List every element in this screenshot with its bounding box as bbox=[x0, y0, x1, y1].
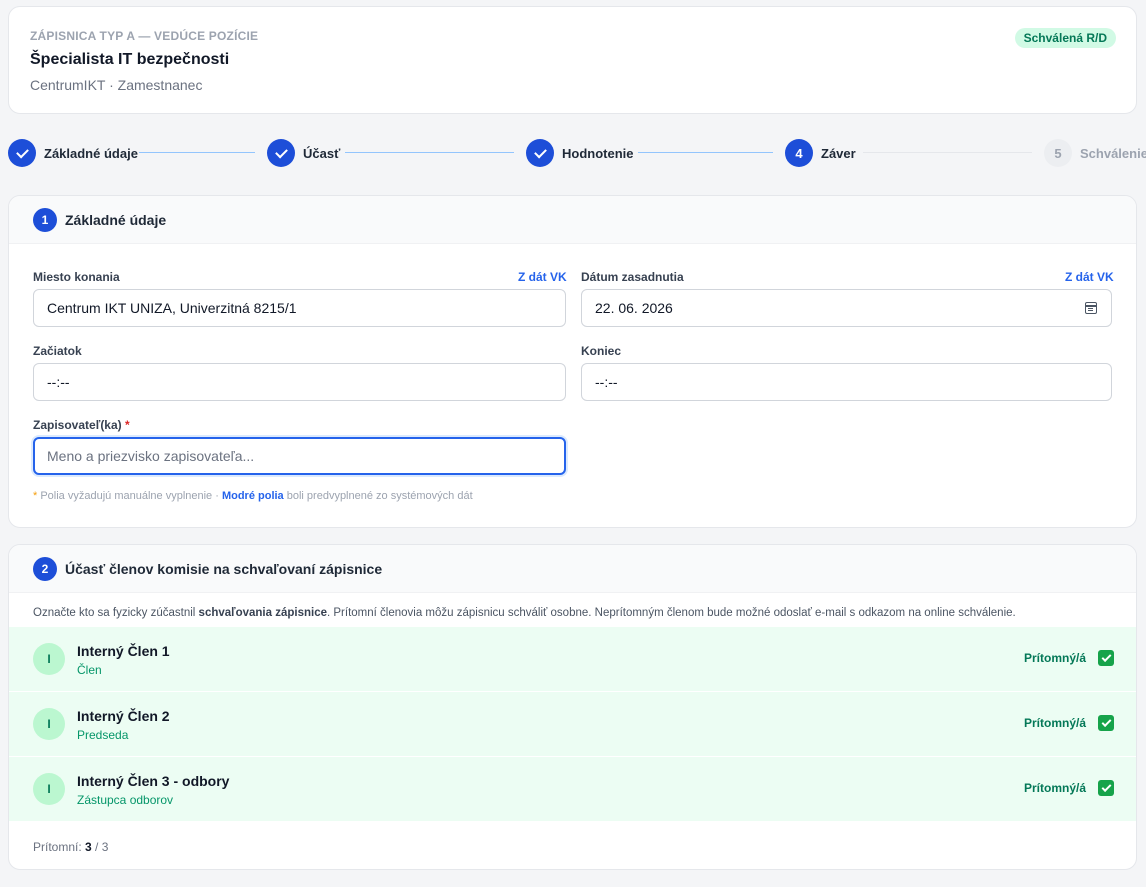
note-blue-fields: Modré polia bbox=[221, 490, 284, 502]
status-badge: Schválená R/D bbox=[1014, 28, 1116, 48]
page-title: Špecialista IT bezpečnosti bbox=[30, 51, 230, 68]
writer-label-text: Zapisovateľ(ka) bbox=[33, 418, 122, 432]
member-name: Interný Člen 3 - odbory bbox=[77, 773, 230, 789]
check-icon bbox=[1101, 781, 1111, 792]
end-value: --:-- bbox=[595, 374, 618, 390]
step-connector bbox=[638, 152, 773, 153]
section-title: Základné údaje bbox=[65, 211, 167, 228]
step-label: Účasť bbox=[303, 145, 341, 161]
presence-label: Prítomný/á bbox=[1023, 716, 1086, 730]
section-number: 2 bbox=[33, 556, 57, 581]
step-label: Základné údaje bbox=[44, 145, 138, 161]
member-role: Člen bbox=[77, 663, 102, 677]
section-number: 1 bbox=[33, 207, 57, 232]
attendance-count: Prítomní: 3 / 3 bbox=[33, 840, 108, 854]
date-from-vk-link[interactable]: Z dát VK bbox=[1065, 270, 1114, 284]
step-zaver[interactable]: 4 Záver bbox=[785, 139, 856, 167]
step-number: 4 bbox=[785, 139, 813, 167]
presence-checkbox[interactable] bbox=[1098, 715, 1114, 731]
step-connector bbox=[863, 152, 1032, 153]
section-basic-info: 1 Základné údaje Miesto konania Z dát VK… bbox=[8, 195, 1137, 528]
intro-text: . Prítomní členovia môžu zápisnicu schvá… bbox=[326, 607, 1016, 619]
avatar: I bbox=[33, 708, 65, 740]
step-connector bbox=[139, 152, 255, 153]
writer-label: Zapisovateľ(ka) * bbox=[33, 418, 130, 432]
intro-text: Označte kto sa fyzicky zúčastnil bbox=[33, 607, 199, 619]
place-label: Miesto konania bbox=[33, 270, 120, 284]
note-asterisk: * bbox=[33, 490, 38, 502]
place-value: Centrum IKT UNIZA, Univerzitná 8215/1 bbox=[47, 300, 297, 316]
step-done-icon bbox=[8, 139, 36, 167]
step-connector bbox=[345, 152, 514, 153]
step-label: Záver bbox=[821, 145, 856, 161]
presence-checkbox[interactable] bbox=[1098, 650, 1114, 666]
stepper: Základné údaje Účasť Hodnotenie 4 Záver … bbox=[8, 139, 1146, 167]
check-icon bbox=[1101, 651, 1111, 662]
end-label: Koniec bbox=[581, 344, 622, 358]
date-input[interactable]: 22. 06. 2026 bbox=[581, 289, 1112, 327]
writer-input[interactable]: Meno a priezvisko zapisovateľa... bbox=[33, 437, 566, 475]
date-value: 22. 06. 2026 bbox=[595, 300, 673, 316]
step-hodnotenie[interactable]: Hodnotenie bbox=[526, 139, 634, 167]
section-attendance: 2 Účasť členov komisie na schvaľovaní zá… bbox=[8, 544, 1137, 870]
member-name: Interný Člen 2 bbox=[77, 708, 170, 724]
avatar: I bbox=[33, 773, 65, 805]
header-card: ZÁPISNICA TYP A — VEDÚCE POZÍCIE Špecial… bbox=[8, 6, 1137, 114]
form-note: * Polia vyžadujú manuálne vyplnenie · Mo… bbox=[33, 490, 473, 502]
section-title: Účasť členov komisie na schvaľovaní zápi… bbox=[65, 560, 383, 577]
member-row[interactable]: I Interný Člen 1 Člen Prítomný/á bbox=[9, 627, 1136, 691]
writer-placeholder: Meno a priezvisko zapisovateľa... bbox=[47, 448, 255, 464]
step-schvalenie[interactable]: 5 Schválenie bbox=[1044, 139, 1146, 167]
place-from-vk-link[interactable]: Z dát VK bbox=[518, 270, 567, 284]
section-header: 1 Základné údaje bbox=[9, 196, 1136, 244]
member-role: Predseda bbox=[77, 728, 129, 742]
avatar: I bbox=[33, 643, 65, 675]
count-total: / 3 bbox=[91, 840, 109, 854]
note-text: boli predvyplnené zo systémových dát bbox=[283, 490, 473, 502]
step-zakladne-udaje[interactable]: Základné údaje bbox=[8, 139, 138, 167]
presence-checkbox[interactable] bbox=[1098, 780, 1114, 796]
calendar-icon[interactable] bbox=[1085, 302, 1097, 314]
presence-label: Prítomný/á bbox=[1023, 651, 1086, 665]
step-done-icon bbox=[526, 139, 554, 167]
presence-label: Prítomný/á bbox=[1023, 781, 1086, 795]
start-value: --:-- bbox=[47, 374, 70, 390]
step-done-icon bbox=[267, 139, 295, 167]
step-number: 5 bbox=[1044, 139, 1072, 167]
member-name: Interný Člen 1 bbox=[77, 643, 170, 659]
step-label: Schválenie bbox=[1080, 145, 1146, 161]
step-ucast[interactable]: Účasť bbox=[267, 139, 340, 167]
member-role: Zástupca odborov bbox=[77, 793, 174, 807]
attendance-intro: Označte kto sa fyzicky zúčastnil schvaľo… bbox=[33, 607, 1016, 619]
start-time-input[interactable]: --:-- bbox=[33, 363, 566, 401]
section-header: 2 Účasť členov komisie na schvaľovaní zá… bbox=[9, 545, 1136, 593]
page-subtitle: CentrumIKT · Zamestnanec bbox=[30, 77, 203, 93]
required-marker: * bbox=[125, 418, 130, 432]
intro-bold: schvaľovania zápisnice bbox=[198, 607, 327, 619]
note-text: Polia vyžadujú manuálne vyplnenie · bbox=[40, 490, 222, 502]
step-label: Hodnotenie bbox=[562, 145, 634, 161]
date-label: Dátum zasadnutia bbox=[581, 270, 684, 284]
count-label: Prítomní: bbox=[33, 840, 86, 854]
check-icon bbox=[1101, 716, 1111, 727]
member-row[interactable]: I Interný Člen 3 - odbory Zástupca odbor… bbox=[9, 757, 1136, 821]
count-present: 3 bbox=[85, 840, 92, 854]
place-input[interactable]: Centrum IKT UNIZA, Univerzitná 8215/1 bbox=[33, 289, 566, 327]
start-label: Začiatok bbox=[33, 344, 82, 358]
document-type: ZÁPISNICA TYP A — VEDÚCE POZÍCIE bbox=[30, 29, 259, 43]
end-time-input[interactable]: --:-- bbox=[581, 363, 1112, 401]
member-row[interactable]: I Interný Člen 2 Predseda Prítomný/á bbox=[9, 692, 1136, 756]
